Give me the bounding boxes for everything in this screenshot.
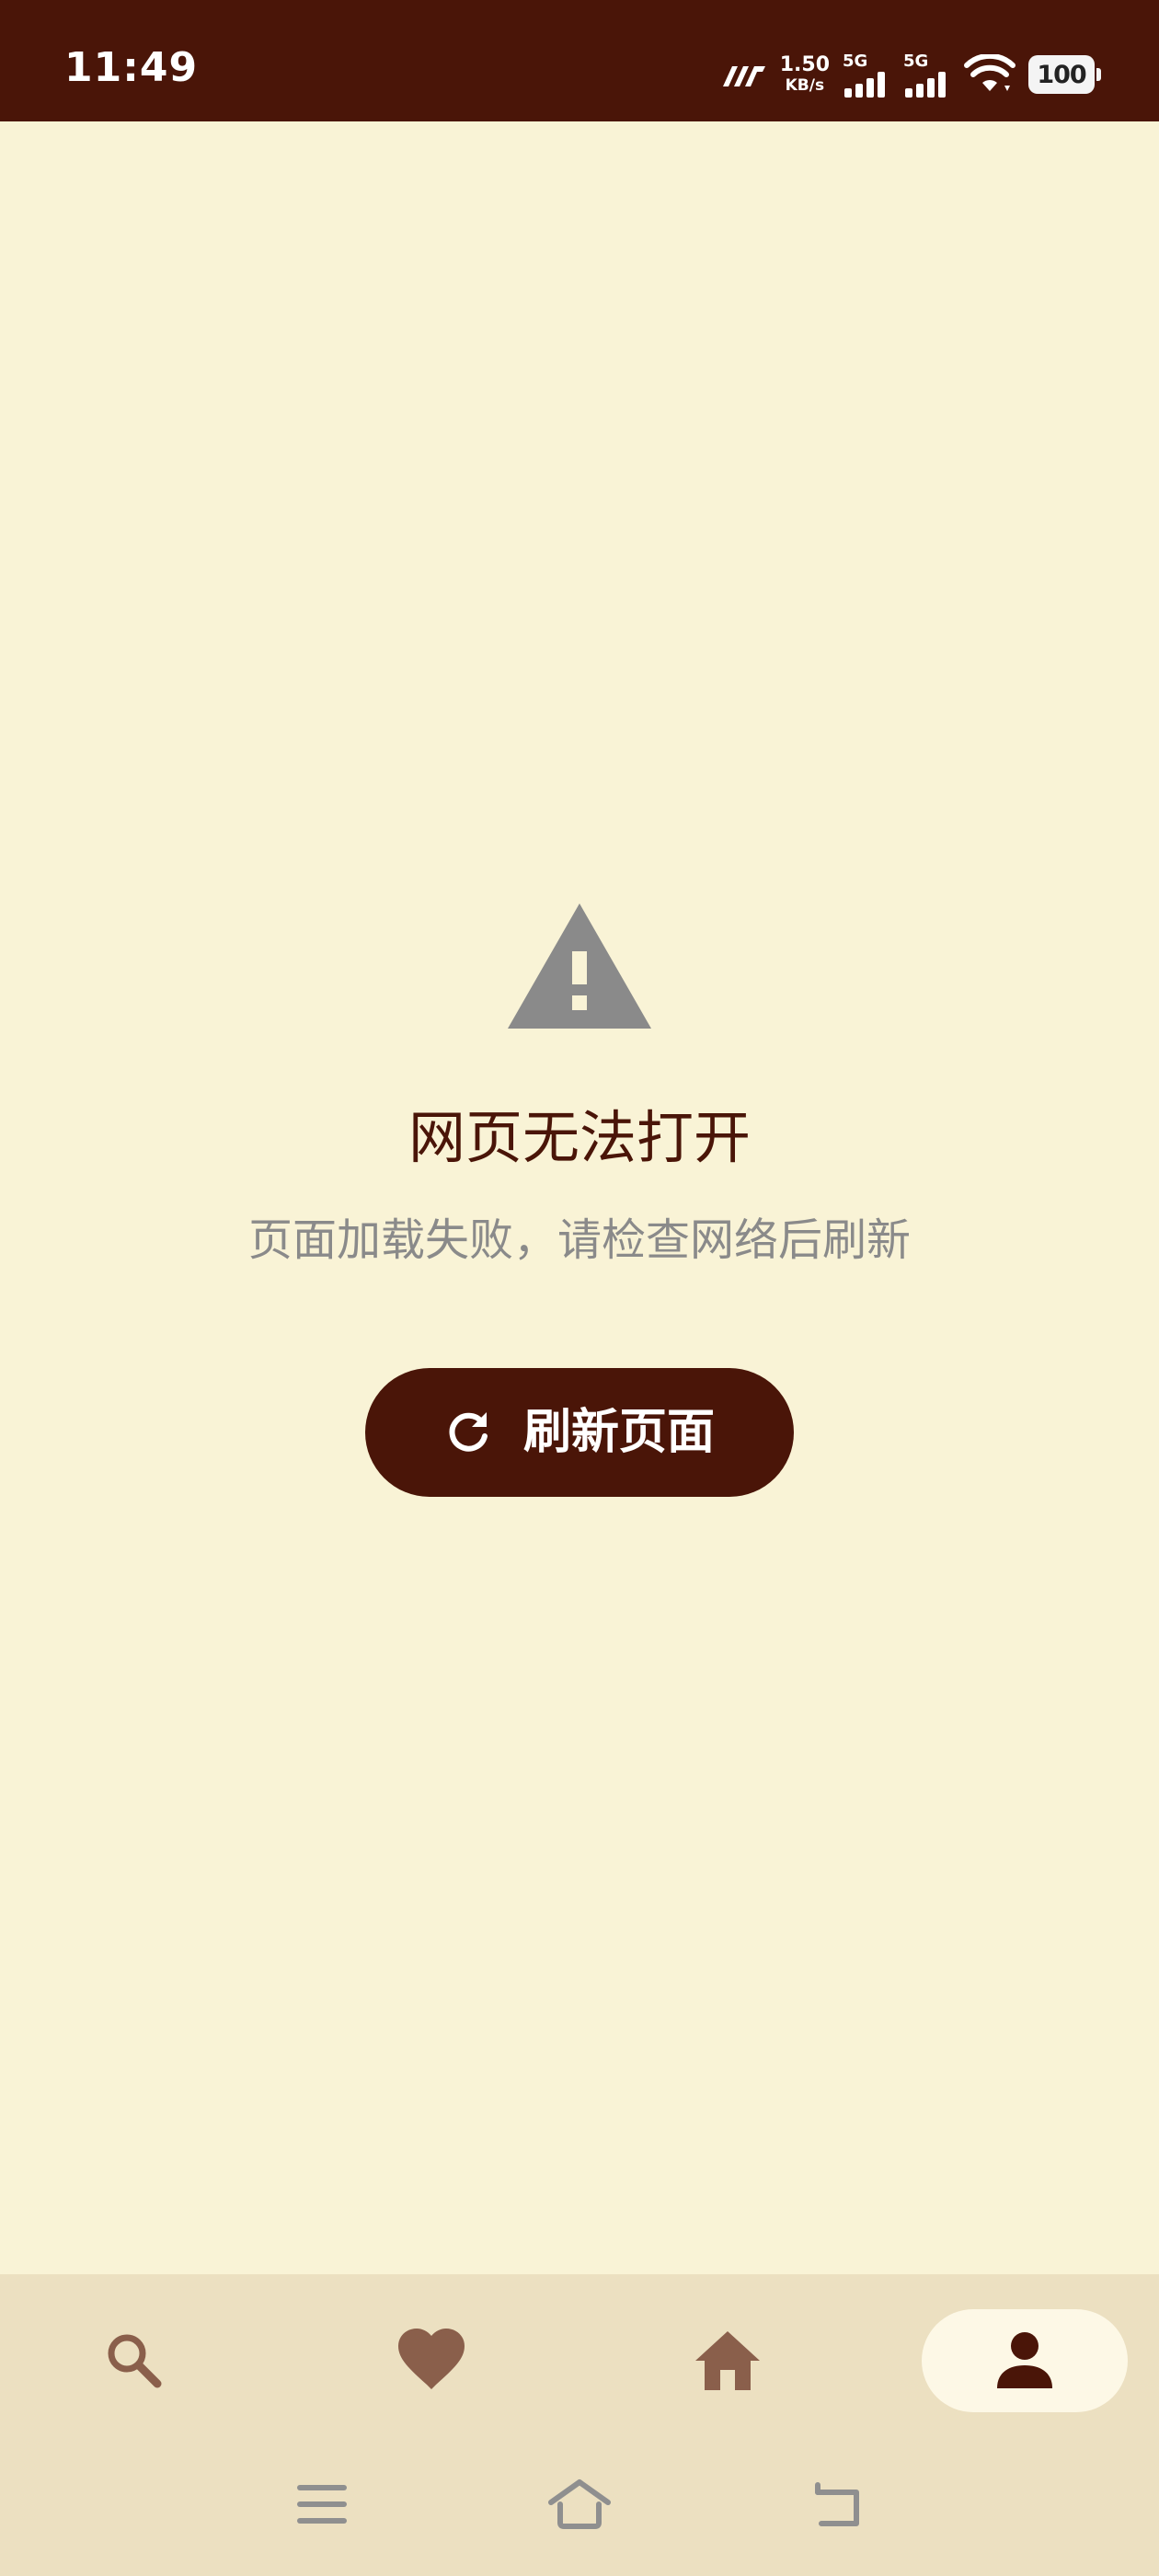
heart-icon xyxy=(398,2329,465,2389)
nav-favorites[interactable] xyxy=(328,2309,534,2412)
signal-icon xyxy=(905,72,946,98)
nav-search[interactable] xyxy=(31,2309,237,2412)
status-icons: 1.50 KB/s 5G 5G 100 xyxy=(719,52,1101,98)
system-menu-button[interactable] xyxy=(285,2475,359,2534)
system-navigation-bar xyxy=(0,2449,1159,2576)
back-icon xyxy=(815,2482,859,2526)
person-icon xyxy=(997,2332,1052,2388)
nav-home[interactable] xyxy=(625,2309,831,2412)
menu-icon xyxy=(297,2485,347,2524)
error-message: 页面加载失败，请检查网络后刷新 xyxy=(247,1214,911,1266)
battery-level: 100 xyxy=(1037,60,1086,89)
sim2-signal: 5G xyxy=(903,52,951,98)
carrier-logo-icon xyxy=(722,66,765,86)
battery-icon: 100 xyxy=(1028,55,1101,94)
error-title: 网页无法打开 xyxy=(407,1104,751,1171)
sim1-signal: 5G xyxy=(843,52,890,98)
nav-profile[interactable] xyxy=(922,2309,1128,2412)
network-speed: 1.50 KB/s xyxy=(780,55,830,94)
bottom-navigation xyxy=(0,2274,1159,2449)
search-icon xyxy=(108,2334,162,2388)
warning-icon xyxy=(508,903,651,1029)
network-speed-value: 1.50 xyxy=(779,53,830,76)
system-home-button[interactable] xyxy=(543,2475,616,2534)
home-outline-icon xyxy=(548,2479,611,2529)
error-view: 网页无法打开 页面加载失败，请检查网络后刷新 刷新页面 xyxy=(0,121,1159,2274)
refresh-icon xyxy=(449,1412,488,1452)
sim1-network-type: 5G xyxy=(843,52,868,71)
status-time: 11:49 xyxy=(64,44,199,91)
wifi-icon xyxy=(964,54,1016,91)
network-speed-unit: KB/s xyxy=(785,76,825,95)
refresh-page-button[interactable]: 刷新页面 xyxy=(365,1368,794,1497)
status-bar: 11:49 1.50 KB/s 5G 5G 100 xyxy=(0,0,1159,121)
refresh-page-label: 刷新页面 xyxy=(522,1405,715,1460)
signal-icon xyxy=(844,72,885,98)
system-back-button[interactable] xyxy=(800,2475,874,2534)
sim2-network-type: 5G xyxy=(903,52,929,71)
home-icon xyxy=(695,2331,760,2390)
